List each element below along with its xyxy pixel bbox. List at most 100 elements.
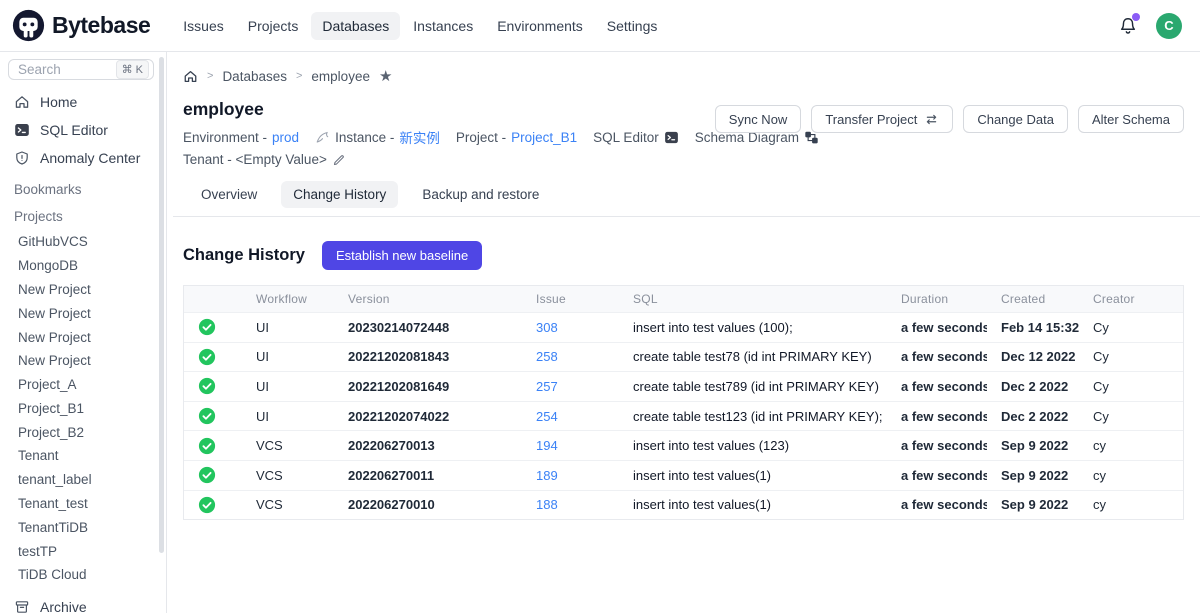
sidebar-project-item[interactable]: New Project: [0, 349, 166, 373]
project-list: GitHubVCS MongoDB New Project New Projec…: [0, 226, 166, 587]
table-row[interactable]: VCS 202206270011 189 insert into test va…: [184, 460, 1183, 490]
sidebar-scrollbar[interactable]: [159, 57, 164, 553]
issue-link[interactable]: 194: [536, 438, 558, 453]
nav-environments[interactable]: Environments: [486, 12, 594, 40]
main-nav: Issues Projects Databases Instances Envi…: [172, 12, 668, 40]
sidebar-project-item[interactable]: TiDB Cloud: [0, 563, 166, 587]
cell-creator: Cy: [1079, 402, 1183, 431]
nav-databases[interactable]: Databases: [311, 12, 400, 40]
cell-workflow: UI: [242, 313, 334, 342]
sidebar-project-item[interactable]: Project_B1: [0, 396, 166, 420]
cell-status: [184, 343, 242, 372]
sql-editor-link[interactable]: SQL Editor: [593, 130, 679, 145]
table-header: Workflow Version Issue SQL Duration Crea…: [184, 286, 1183, 312]
notification-bell-icon[interactable]: [1118, 16, 1138, 36]
cell-creator: Cy: [1079, 313, 1183, 342]
cell-issue: 189: [522, 461, 619, 490]
cell-created: Dec 2 2022: [987, 372, 1079, 401]
search-input[interactable]: Search ⌘ K: [8, 59, 154, 80]
cell-version: 202206270010: [334, 491, 522, 520]
engine-icon: [315, 130, 330, 145]
nav-projects[interactable]: Projects: [237, 12, 310, 40]
sidebar-project-item[interactable]: New Project: [0, 325, 166, 349]
sidebar-project-item[interactable]: Project_A: [0, 373, 166, 397]
success-check-icon: [198, 377, 216, 395]
cell-status: [184, 372, 242, 401]
change-history-table: Workflow Version Issue SQL Duration Crea…: [183, 285, 1184, 520]
alter-schema-button[interactable]: Alter Schema: [1078, 105, 1184, 133]
table-row[interactable]: VCS 202206270013 194 insert into test va…: [184, 430, 1183, 460]
establish-baseline-button[interactable]: Establish new baseline: [322, 241, 482, 270]
sidebar-project-item[interactable]: MongoDB: [0, 254, 166, 278]
sidebar-item-archive[interactable]: Archive: [0, 593, 166, 613]
cell-creator: cy: [1079, 461, 1183, 490]
sidebar-item-home[interactable]: Home: [0, 88, 166, 116]
sql-editor-label: SQL Editor: [593, 130, 659, 145]
avatar[interactable]: C: [1156, 13, 1182, 39]
transfer-project-button[interactable]: Transfer Project: [811, 105, 953, 133]
environment-label: Environment -: [183, 130, 267, 145]
tab-backup-and-restore[interactable]: Backup and restore: [410, 181, 551, 208]
issue-link[interactable]: 257: [536, 379, 558, 394]
table-row[interactable]: UI 20221202081843 258 create table test7…: [184, 342, 1183, 372]
sidebar-project-item[interactable]: tenant_label: [0, 468, 166, 492]
nav-settings[interactable]: Settings: [596, 12, 669, 40]
nav-issues[interactable]: Issues: [172, 12, 234, 40]
success-check-icon: [198, 437, 216, 455]
cell-status: [184, 431, 242, 460]
sidebar-project-item[interactable]: Tenant_test: [0, 492, 166, 516]
sidebar-project-item[interactable]: TenantTiDB: [0, 515, 166, 539]
sidebar-item-label: Anomaly Center: [40, 150, 140, 166]
brand[interactable]: Bytebase: [12, 9, 150, 42]
tab-change-history[interactable]: Change History: [281, 181, 398, 208]
sidebar-project-item[interactable]: New Project: [0, 301, 166, 325]
action-buttons: Sync Now Transfer Project Change Data Al…: [715, 105, 1184, 133]
bookmark-star-icon[interactable]: ★: [379, 69, 392, 84]
table-row[interactable]: UI 20221202074022 254 create table test1…: [184, 401, 1183, 431]
table-row[interactable]: UI 20221202081649 257 create table test7…: [184, 371, 1183, 401]
transfer-project-label: Transfer Project: [825, 112, 917, 127]
column-header: Version: [334, 286, 522, 312]
cell-creator: Cy: [1079, 372, 1183, 401]
table-body: UI 20230214072448 308 insert into test v…: [184, 312, 1183, 519]
cell-version: 20230214072448: [334, 313, 522, 342]
sidebar-item-anomaly-center[interactable]: Anomaly Center: [0, 144, 166, 172]
sidebar-project-item[interactable]: GitHubVCS: [0, 230, 166, 254]
cell-sql: create table test78 (id int PRIMARY KEY): [619, 343, 887, 372]
sidebar-project-item[interactable]: testTP: [0, 539, 166, 563]
environment-link[interactable]: prod: [272, 130, 299, 145]
main-content: > Databases > employee ★ employee Enviro…: [167, 52, 1200, 613]
breadcrumb-employee[interactable]: employee: [311, 69, 370, 84]
sidebar-item-sql-editor[interactable]: SQL Editor: [0, 116, 166, 144]
sidebar-section-projects[interactable]: Projects: [0, 199, 166, 226]
cell-workflow: UI: [242, 372, 334, 401]
cell-sql: insert into test values(1): [619, 461, 887, 490]
sidebar-project-item[interactable]: New Project: [0, 278, 166, 302]
issue-link[interactable]: 188: [536, 497, 558, 512]
table-row[interactable]: UI 20230214072448 308 insert into test v…: [184, 312, 1183, 342]
change-data-button[interactable]: Change Data: [963, 105, 1068, 133]
nav-instances[interactable]: Instances: [402, 12, 484, 40]
issue-link[interactable]: 189: [536, 468, 558, 483]
project-link[interactable]: Project_B1: [511, 130, 577, 145]
column-header: SQL: [619, 286, 887, 312]
instance-link[interactable]: 新实例: [399, 127, 440, 147]
issue-link[interactable]: 254: [536, 409, 558, 424]
cell-created: Sep 9 2022: [987, 431, 1079, 460]
sidebar-project-item[interactable]: Tenant: [0, 444, 166, 468]
issue-link[interactable]: 308: [536, 320, 558, 335]
breadcrumb-databases[interactable]: Databases: [222, 69, 287, 84]
tenant-meta-row: Tenant - <Empty Value>: [183, 152, 1184, 167]
sync-now-button[interactable]: Sync Now: [715, 105, 802, 133]
table-row[interactable]: VCS 202206270010 188 insert into test va…: [184, 490, 1183, 520]
column-header: Created: [987, 286, 1079, 312]
home-icon: [14, 94, 30, 110]
edit-pencil-icon[interactable]: [332, 153, 346, 167]
issue-link[interactable]: 258: [536, 349, 558, 364]
sidebar-project-item[interactable]: Project_B2: [0, 420, 166, 444]
home-icon[interactable]: [183, 69, 198, 84]
tab-overview[interactable]: Overview: [189, 181, 269, 208]
sidebar-section-bookmarks[interactable]: Bookmarks: [0, 172, 166, 199]
cell-created: Feb 14 15:32: [987, 313, 1079, 342]
cell-created: Sep 9 2022: [987, 461, 1079, 490]
